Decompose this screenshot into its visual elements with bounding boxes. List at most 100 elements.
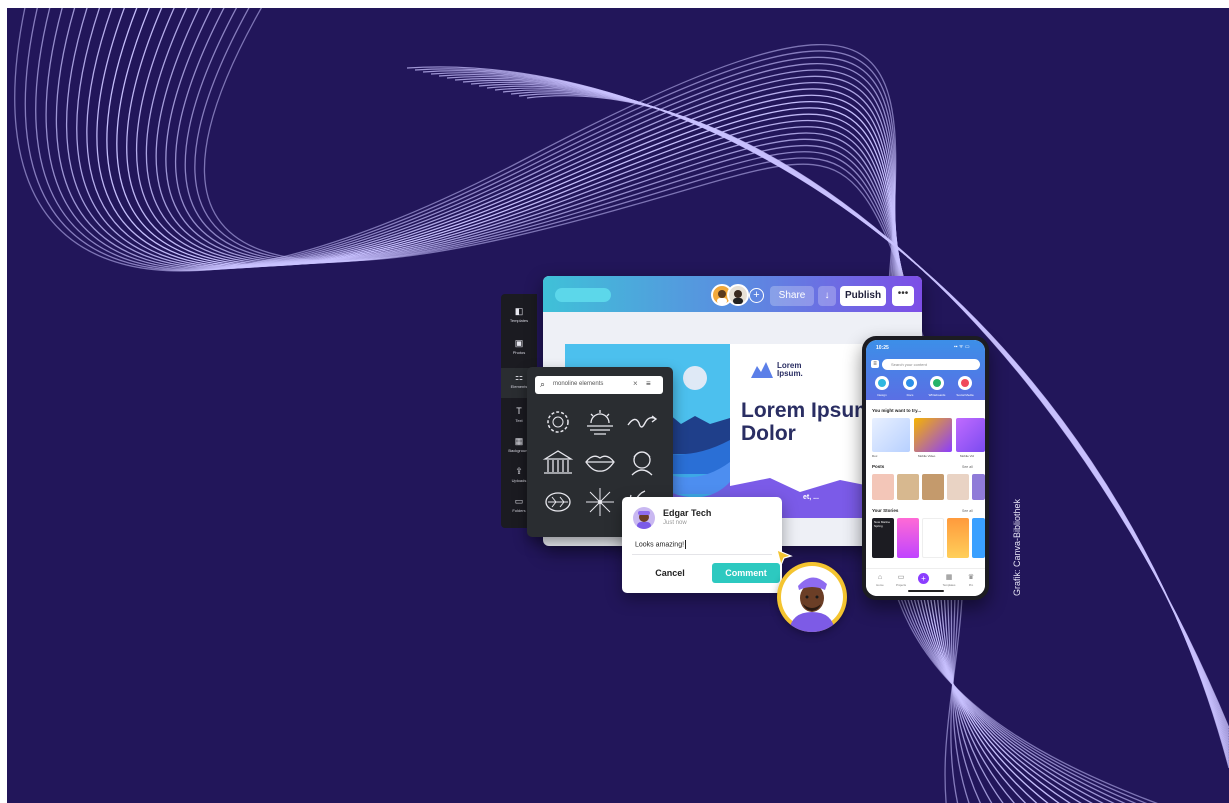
- elements-icon: ⚏: [514, 372, 524, 382]
- see-all-link[interactable]: See all: [962, 509, 973, 513]
- comment-card: Edgar Tech Just now Looks amazing! Cance…: [622, 497, 782, 593]
- more-options-button[interactable]: •••: [892, 286, 914, 306]
- pro-crown-icon[interactable]: ♛: [967, 574, 975, 581]
- monoline-temple-element[interactable]: [541, 447, 575, 477]
- editor-toolbar: + Share ↓ Publish •••: [543, 276, 922, 312]
- see-all-link[interactable]: See all: [962, 465, 973, 469]
- story-thumbnail[interactable]: [947, 518, 969, 558]
- monoline-portrait-element[interactable]: [625, 447, 659, 477]
- thumbnail-caption: Mobile Vid: [960, 454, 974, 458]
- menu-icon[interactable]: ≡: [871, 360, 879, 368]
- social-media-category-icon[interactable]: [958, 376, 972, 390]
- post-thumbnail[interactable]: [972, 474, 985, 500]
- template-thumbnail[interactable]: [914, 418, 952, 452]
- nav-label: Pro: [968, 583, 974, 587]
- story-thumbnail[interactable]: Now Marine Spring: [872, 518, 894, 558]
- search-value: monoline elements: [553, 381, 604, 387]
- filter-icon[interactable]: ≡: [646, 379, 651, 388]
- monoline-wreath-element[interactable]: [541, 407, 575, 437]
- commenter-avatar: [633, 507, 655, 529]
- clear-search-icon[interactable]: ×: [633, 379, 638, 388]
- monoline-sparkle-element[interactable]: [583, 487, 617, 517]
- comment-submit-button[interactable]: Comment: [712, 563, 780, 583]
- post-thumbnail[interactable]: [922, 474, 944, 500]
- post-thumbnail[interactable]: [947, 474, 969, 500]
- cursor-pointer-icon: [776, 548, 793, 567]
- monoline-swirl-arrow-element[interactable]: [625, 407, 659, 437]
- download-button[interactable]: ↓: [818, 286, 836, 306]
- post-thumbnail[interactable]: [872, 474, 894, 500]
- comment-input-value: Looks amazing!: [635, 541, 685, 549]
- template-thumbnail[interactable]: [872, 418, 910, 452]
- sidebar-item-label: Uploads: [511, 478, 527, 483]
- sidebar-item-label: Photos: [512, 350, 526, 355]
- story-text: Now Marine Spring: [874, 520, 891, 528]
- sidebar-item-photos[interactable]: ▣ Photos: [501, 334, 537, 364]
- folders-icon: ▭: [514, 496, 524, 506]
- publish-button[interactable]: Publish: [840, 286, 886, 306]
- elements-search-input[interactable]: ⌕ monoline elements × ≡: [535, 376, 663, 394]
- nav-label: Templates: [942, 583, 956, 587]
- comment-input[interactable]: Looks amazing!: [635, 540, 687, 549]
- category-label: Docs: [906, 393, 914, 397]
- phone-screen: 10:25 ▪▪ ᯤ ▭ ≡ Search your content Desig…: [866, 340, 985, 596]
- person-icon: [637, 511, 651, 529]
- phone-search-input[interactable]: Search your content: [882, 359, 980, 370]
- sidebar-item-label: Folders: [512, 508, 526, 513]
- text-icon: T: [516, 406, 522, 416]
- phone-search-placeholder: Search your content: [891, 362, 927, 367]
- story-thumbnail[interactable]: [922, 518, 944, 558]
- share-button[interactable]: Share: [770, 286, 814, 306]
- design-category-icon[interactable]: [875, 376, 889, 390]
- sidebar-item-label: Templates: [509, 318, 529, 323]
- logo-mark-icon: [751, 362, 773, 378]
- home-icon[interactable]: ⌂: [876, 574, 884, 581]
- post-thumbnail[interactable]: [897, 474, 919, 500]
- phone-header: 10:25 ▪▪ ᯤ ▭ ≡ Search your content Desig…: [866, 340, 985, 400]
- projects-icon[interactable]: ▭: [897, 574, 905, 581]
- docs-category-icon[interactable]: [903, 376, 917, 390]
- sidebar-item-label: Elements: [510, 384, 528, 389]
- thumbnail-caption: Mobile Video: [918, 454, 936, 458]
- sidebar-item-label: Text: [515, 418, 523, 423]
- text-caret: [685, 540, 687, 549]
- home-button[interactable]: [555, 288, 611, 302]
- comment-timestamp: Just now: [663, 520, 687, 526]
- create-button[interactable]: +: [918, 573, 929, 584]
- template-thumbnail[interactable]: [956, 418, 985, 452]
- comment-author: Edgar Tech: [663, 508, 712, 518]
- story-thumbnail[interactable]: [972, 518, 985, 558]
- mobile-phone-mockup: 10:25 ▪▪ ᯤ ▭ ≡ Search your content Desig…: [862, 336, 989, 600]
- uploads-icon: ⇪: [515, 466, 523, 476]
- design-footer-text: et, ...: [803, 494, 819, 501]
- templates-icon: ◧: [514, 306, 524, 316]
- nav-label: Home: [876, 583, 884, 587]
- phone-status-icons: ▪▪ ᯤ ▭: [954, 344, 970, 350]
- person-icon: [733, 290, 743, 304]
- section-title: Your Stories: [872, 508, 899, 513]
- category-label: Social Media: [956, 393, 974, 397]
- sidebar-item-templates[interactable]: ◧ Templates: [501, 302, 537, 332]
- monoline-sunset-element[interactable]: [583, 407, 617, 437]
- photos-icon: ▣: [514, 338, 524, 348]
- home-indicator: [908, 590, 944, 592]
- whiteboards-category-icon[interactable]: [930, 376, 944, 390]
- section-title: You might want to try...: [872, 408, 922, 413]
- nav-label: Projects: [895, 583, 907, 587]
- collaborator-avatar[interactable]: [727, 284, 749, 306]
- collaborator-avatar-large: [777, 562, 847, 632]
- phone-clock: 10:25: [876, 345, 889, 351]
- category-label: Design: [877, 393, 887, 397]
- category-label: Whiteboards: [928, 393, 946, 397]
- story-thumbnail[interactable]: [897, 518, 919, 558]
- design-logo-text: Lorem Ipsum.: [777, 361, 803, 378]
- person-icon: [781, 566, 843, 632]
- templates-icon[interactable]: ▦: [945, 574, 953, 581]
- monoline-lips-element[interactable]: [583, 447, 617, 477]
- cancel-button[interactable]: Cancel: [640, 563, 700, 583]
- monoline-leaf-element[interactable]: [541, 487, 575, 517]
- background-icon: ▦: [514, 436, 524, 446]
- thumbnail-caption: Doc: [872, 454, 878, 458]
- section-title: Posts: [872, 464, 885, 469]
- add-collaborator-button[interactable]: +: [749, 288, 764, 303]
